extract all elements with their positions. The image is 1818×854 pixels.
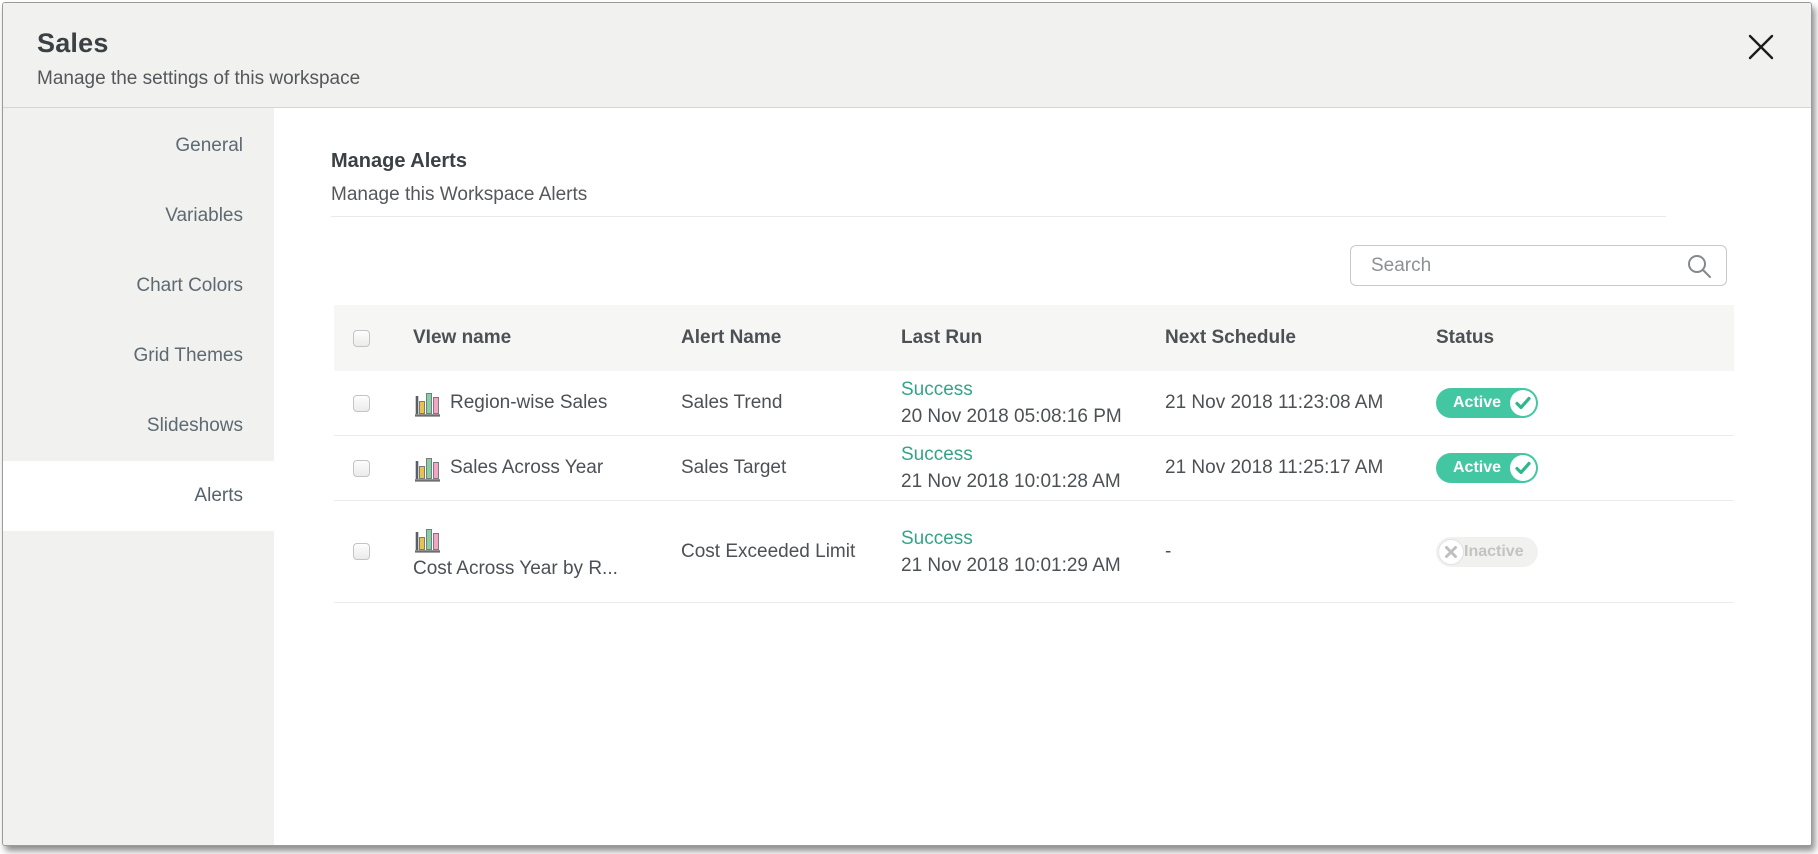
view-name-label: Cost Across Year by R... (413, 557, 618, 579)
sidebar-item-label: Alerts (194, 485, 243, 506)
row-checkbox[interactable] (353, 543, 370, 560)
sidebar-item-chart-colors[interactable]: Chart Colors (3, 251, 274, 321)
workspace-settings-dialog: Sales Manage the settings of this worksp… (2, 2, 1812, 846)
sidebar-item-grid-themes[interactable]: Grid Themes (3, 321, 274, 391)
page-title: Manage Alerts (331, 150, 467, 172)
status-toggle-active[interactable]: Active (1436, 388, 1538, 418)
last-run-status-link[interactable]: Success (901, 376, 1122, 403)
alerts-table: VIew name Alert Name Last Run Next Sched… (334, 305, 1734, 603)
next-schedule: - (1165, 540, 1172, 562)
search-icon[interactable] (1686, 253, 1712, 279)
status-toggle-inactive[interactable]: Inactive (1436, 536, 1538, 567)
close-button[interactable] (1745, 31, 1777, 63)
next-schedule: 21 Nov 2018 11:23:08 AM (1165, 392, 1384, 413)
status-badge-label: Active (1453, 394, 1502, 411)
table-row: Sales Across Year Sales Target Success 2… (334, 436, 1734, 501)
last-run-time: 20 Nov 2018 05:08:16 PM (901, 406, 1122, 427)
status-badge-label: Active (1453, 459, 1502, 476)
table-row: Region-wise Sales Sales Trend Success 20… (334, 371, 1734, 436)
heading-divider (331, 216, 1666, 217)
main-panel: Manage Alerts Manage this Workspace Aler… (274, 108, 1811, 845)
status-badge-label: Inactive (1464, 542, 1524, 560)
settings-sidebar: General Variables Chart Colors Grid Them… (3, 108, 274, 845)
view-name-link[interactable]: Cost Across Year by R... (413, 524, 618, 580)
sidebar-item-label: Variables (165, 205, 243, 226)
view-name-label: Region-wise Sales (450, 392, 608, 413)
status-toggle-active[interactable]: Active (1436, 453, 1538, 483)
page-subtitle: Manage this Workspace Alerts (331, 184, 588, 205)
check-icon (1510, 455, 1536, 481)
row-checkbox[interactable] (353, 394, 370, 412)
sidebar-item-variables[interactable]: Variables (3, 181, 274, 251)
table-header-row: VIew name Alert Name Last Run Next Sched… (334, 305, 1734, 371)
sidebar-item-label: Slideshows (146, 415, 243, 436)
search-box (1350, 245, 1727, 286)
select-all-checkbox[interactable] (353, 329, 370, 347)
last-run-status-link[interactable]: Success (901, 525, 1121, 552)
dialog-body: General Variables Chart Colors Grid Them… (3, 108, 1811, 845)
alert-name: Sales Target (681, 457, 787, 478)
x-icon (1438, 538, 1464, 565)
dialog-subtitle: Manage the settings of this workspace (37, 68, 361, 89)
sidebar-item-label: General (175, 135, 243, 156)
alert-name: Cost Exceeded Limit (681, 540, 856, 562)
sidebar-item-alerts[interactable]: Alerts (3, 461, 274, 531)
column-header-status: Status (1436, 327, 1495, 348)
dialog-title: Sales (37, 28, 109, 58)
last-run-time: 21 Nov 2018 10:01:28 AM (901, 471, 1121, 492)
bar-chart-icon (415, 528, 440, 553)
sidebar-item-label: Chart Colors (136, 275, 243, 296)
view-name-label: Sales Across Year (450, 457, 604, 478)
view-name-link[interactable]: Sales Across Year (413, 453, 603, 483)
check-icon (1510, 390, 1536, 416)
table-row: Cost Across Year by R... Cost Exceeded L… (334, 501, 1734, 603)
next-schedule: 21 Nov 2018 11:25:17 AM (1165, 457, 1384, 478)
last-run-status-link[interactable]: Success (901, 441, 1121, 468)
close-icon (1748, 34, 1774, 60)
dialog-header: Sales Manage the settings of this worksp… (3, 3, 1811, 108)
column-header-view-name: VIew name (413, 327, 512, 348)
bar-chart-icon (415, 393, 440, 417)
view-name-link[interactable]: Region-wise Sales (413, 388, 607, 418)
sidebar-item-slideshows[interactable]: Slideshows (3, 391, 274, 461)
column-header-alert-name: Alert Name (681, 327, 782, 348)
sidebar-item-label: Grid Themes (133, 345, 243, 366)
bar-chart-icon (415, 458, 440, 482)
alert-name: Sales Trend (681, 392, 783, 413)
row-checkbox[interactable] (353, 459, 370, 477)
search-input[interactable] (1369, 253, 1686, 278)
column-header-next-schedule: Next Schedule (1165, 327, 1296, 348)
column-header-last-run: Last Run (901, 327, 983, 348)
sidebar-item-general[interactable]: General (3, 111, 274, 181)
last-run-time: 21 Nov 2018 10:01:29 AM (901, 554, 1121, 576)
